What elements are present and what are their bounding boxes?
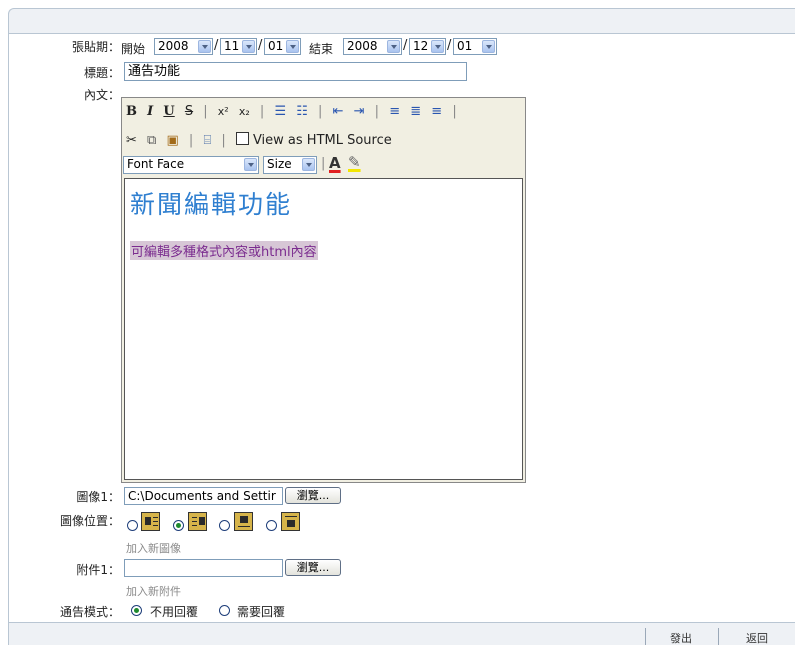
start-month-select[interactable]: 11 (220, 38, 257, 55)
chevron-down-icon (242, 40, 255, 53)
date-sep: / (214, 38, 219, 53)
image-right-wrap-icon (188, 512, 207, 531)
image-left-wrap-icon (141, 512, 160, 531)
superscript-button[interactable]: x² (218, 105, 229, 118)
subscript-button[interactable]: x₂ (239, 105, 250, 118)
attachment-browse-button[interactable]: 瀏覽... (285, 559, 341, 576)
mode-no-reply-label: 不用回覆 (150, 605, 199, 619)
toolbar-separator: | (203, 104, 208, 119)
end-year-select[interactable]: 2008 (343, 38, 402, 55)
top-bar (8, 8, 795, 34)
title-input[interactable]: 通告功能 (124, 62, 467, 81)
toolbar-separator: | (452, 104, 457, 119)
position-left-radio[interactable] (127, 520, 138, 531)
paste-icon[interactable]: ▣ (166, 133, 178, 148)
font-face-select[interactable]: Font Face (123, 156, 259, 174)
attachment-label: 附件1： (76, 563, 120, 577)
title-label: 標題： (83, 66, 120, 80)
chevron-down-icon (302, 158, 315, 171)
chevron-down-icon (198, 40, 211, 53)
strikethrough-button[interactable]: S (185, 104, 193, 119)
image-label: 圖像1： (76, 490, 120, 504)
spellcheck-icon[interactable]: ⌸ (203, 133, 211, 148)
position-top-radio[interactable] (219, 520, 230, 531)
image-path-input[interactable]: C:\Documents and Settir (124, 487, 283, 505)
end-day-select[interactable]: 01 (453, 38, 497, 55)
date-sep: / (447, 38, 452, 53)
position-right-radio[interactable] (173, 520, 184, 531)
outdent-icon[interactable]: ⇤ (333, 104, 344, 119)
content-heading: 新聞編輯功能 (130, 190, 293, 219)
image-position-label: 圖像位置： (59, 514, 120, 528)
chevron-down-icon (387, 40, 400, 53)
mode-need-reply-radio[interactable] (219, 605, 230, 616)
chevron-down-icon (431, 40, 444, 53)
toolbar-separator: | (374, 104, 380, 119)
italic-button[interactable]: I (147, 104, 153, 119)
start-year-select[interactable]: 2008 (154, 38, 213, 55)
toolbar-separator: | (259, 104, 265, 119)
date-sep: / (258, 38, 263, 53)
formatting-toolbar: B I U S | x² x₂ | ☰ ☷ | ⇤ ⇥ | ≡ ≣ ≡ | (126, 104, 463, 124)
align-right-icon[interactable]: ≡ (431, 104, 442, 119)
add-image-link[interactable]: 加入新圖像 (126, 540, 181, 556)
image-bottom-icon (281, 512, 300, 531)
position-bottom-radio[interactable] (266, 520, 277, 531)
chevron-down-icon (482, 40, 495, 53)
edit-toolbar: ✂ ⧉ ▣ | ⌸ | View as HTML Source (126, 132, 398, 152)
toolbar-separator: | (221, 133, 226, 148)
submit-button[interactable]: 發出 (670, 630, 692, 646)
date-sep: / (403, 38, 408, 53)
align-center-icon[interactable]: ≣ (410, 104, 421, 119)
period-label: 張貼期： (71, 40, 120, 54)
copy-icon[interactable]: ⧉ (147, 133, 156, 148)
content-label: 內文： (83, 88, 120, 102)
indent-icon[interactable]: ⇥ (354, 104, 365, 119)
mode-no-reply-radio[interactable] (131, 605, 142, 616)
end-label: 結束 (309, 42, 334, 56)
cut-icon[interactable]: ✂ (126, 133, 137, 148)
editor-content-area[interactable]: 新聞編輯功能 可編輯多種格式內容或html內容 (124, 178, 523, 480)
toolbar-separator: | (318, 104, 323, 119)
ordered-list-icon[interactable]: ☷ (296, 104, 308, 119)
chevron-down-icon (244, 158, 257, 171)
back-button[interactable]: 返回 (746, 630, 768, 646)
start-day-select[interactable]: 01 (264, 38, 301, 55)
align-left-icon[interactable]: ≡ (389, 104, 400, 119)
divider (718, 628, 719, 645)
unordered-list-icon[interactable]: ☰ (274, 104, 286, 119)
image-browse-button[interactable]: 瀏覽... (285, 487, 341, 504)
attachment-path-input[interactable] (124, 559, 283, 577)
start-label: 開始 (121, 42, 146, 56)
bold-button[interactable]: B (126, 104, 137, 119)
rich-text-editor: B I U S | x² x₂ | ☰ ☷ | ⇤ ⇥ | ≡ ≣ ≡ | ✂ … (121, 97, 526, 483)
mode-label: 通告模式： (59, 605, 120, 619)
font-size-select[interactable]: Size (263, 156, 317, 174)
view-html-label: View as HTML Source (252, 133, 392, 148)
add-attachment-link[interactable]: 加入新附件 (126, 583, 181, 599)
toolbar-separator: | (321, 156, 326, 171)
toolbar-separator: | (188, 133, 194, 148)
content-body: 可編輯多種格式內容或html內容 (130, 241, 318, 260)
chevron-down-icon (286, 40, 299, 53)
font-color-icon[interactable]: A (329, 154, 341, 172)
underline-button[interactable]: U (163, 104, 174, 119)
view-html-checkbox[interactable] (235, 132, 249, 145)
image-top-icon (234, 512, 253, 531)
end-month-select[interactable]: 12 (409, 38, 446, 55)
divider (645, 628, 646, 645)
highlight-color-icon[interactable]: ✎ (348, 153, 361, 171)
mode-need-reply-label: 需要回覆 (237, 605, 286, 619)
